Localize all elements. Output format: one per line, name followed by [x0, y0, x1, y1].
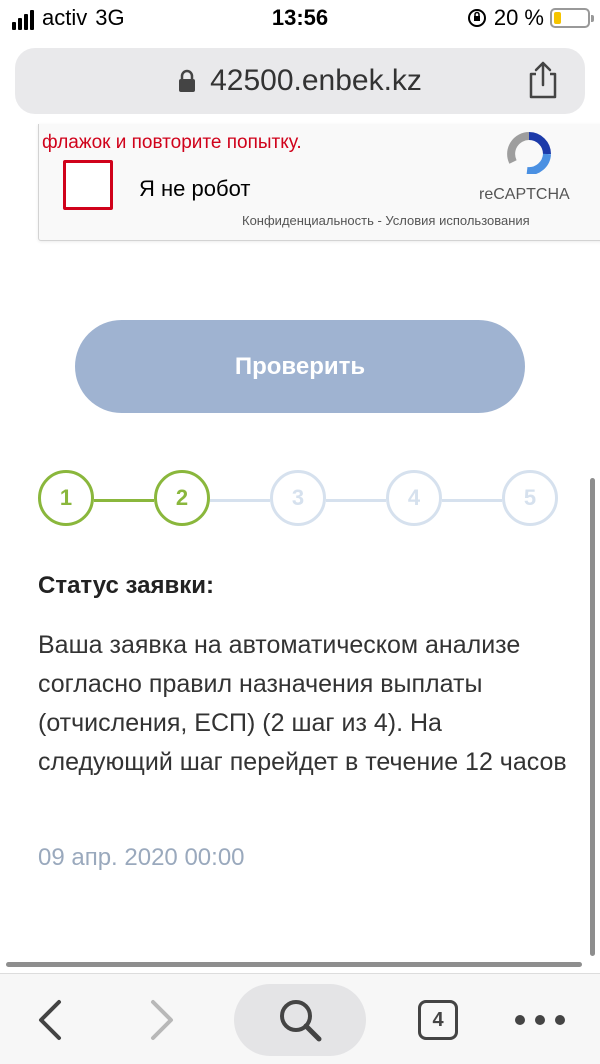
tabs-button[interactable]: 4 — [408, 990, 468, 1050]
back-icon — [39, 1000, 61, 1040]
step-5: 5 — [502, 470, 558, 526]
captcha-checkbox-label: Я не робот — [139, 176, 251, 201]
vertical-scrollbar[interactable] — [590, 478, 595, 956]
status-date: 09 апр. 2020 00:00 — [38, 844, 245, 871]
address-bar-content: 42500.enbek.kz — [15, 48, 585, 114]
tab-count: 4 — [432, 1008, 444, 1031]
recaptcha-brand: reCAPTCHA — [479, 186, 570, 203]
progress-steps: 1 2 3 4 5 — [38, 470, 564, 530]
battery-icon — [550, 8, 594, 28]
more-button[interactable] — [505, 990, 575, 1050]
search-icon — [280, 1000, 322, 1042]
step-4: 4 — [386, 470, 442, 526]
forward-button[interactable] — [132, 990, 192, 1050]
tabs-icon: 4 — [418, 1000, 458, 1040]
status-description: Ваша заявка на автоматическом анализе со… — [38, 631, 567, 776]
captcha-error-text: флажок и повторите попытку. — [42, 132, 302, 153]
captcha-checkbox[interactable] — [63, 160, 113, 210]
horizontal-scrollbar[interactable] — [6, 962, 582, 967]
url-domain: 42500.enbek.kz — [210, 64, 422, 97]
address-bar[interactable]: 42500.enbek.kz — [15, 48, 585, 114]
step-connector — [94, 499, 154, 502]
rotation-lock-icon — [467, 9, 486, 27]
step-connector — [326, 499, 386, 502]
browser-toolbar: 4 — [0, 973, 600, 1064]
forward-icon — [151, 1000, 173, 1040]
share-icon[interactable] — [527, 60, 559, 100]
step-connector — [210, 499, 270, 502]
step-1: 1 — [38, 470, 94, 526]
search-button[interactable] — [234, 984, 366, 1056]
back-button[interactable] — [20, 990, 80, 1050]
status-bar-right: 20 % — [466, 5, 594, 30]
status-bar: activ 3G 13:56 20 % — [0, 0, 600, 40]
step-connector — [442, 499, 502, 502]
step-3: 3 — [270, 470, 326, 526]
recaptcha-widget: флажок и повторите попытку. Я не робот r… — [38, 124, 600, 241]
recaptcha-logo-icon — [507, 132, 551, 174]
recaptcha-links[interactable]: Конфиденциальность - Условия использован… — [242, 213, 530, 228]
more-icon — [515, 1015, 565, 1025]
check-button[interactable]: Проверить — [75, 320, 525, 413]
padlock-icon — [179, 69, 196, 92]
status-title: Статус заявки: — [38, 572, 215, 599]
step-2: 2 — [154, 470, 210, 526]
battery-percent: 20 % — [493, 5, 544, 30]
